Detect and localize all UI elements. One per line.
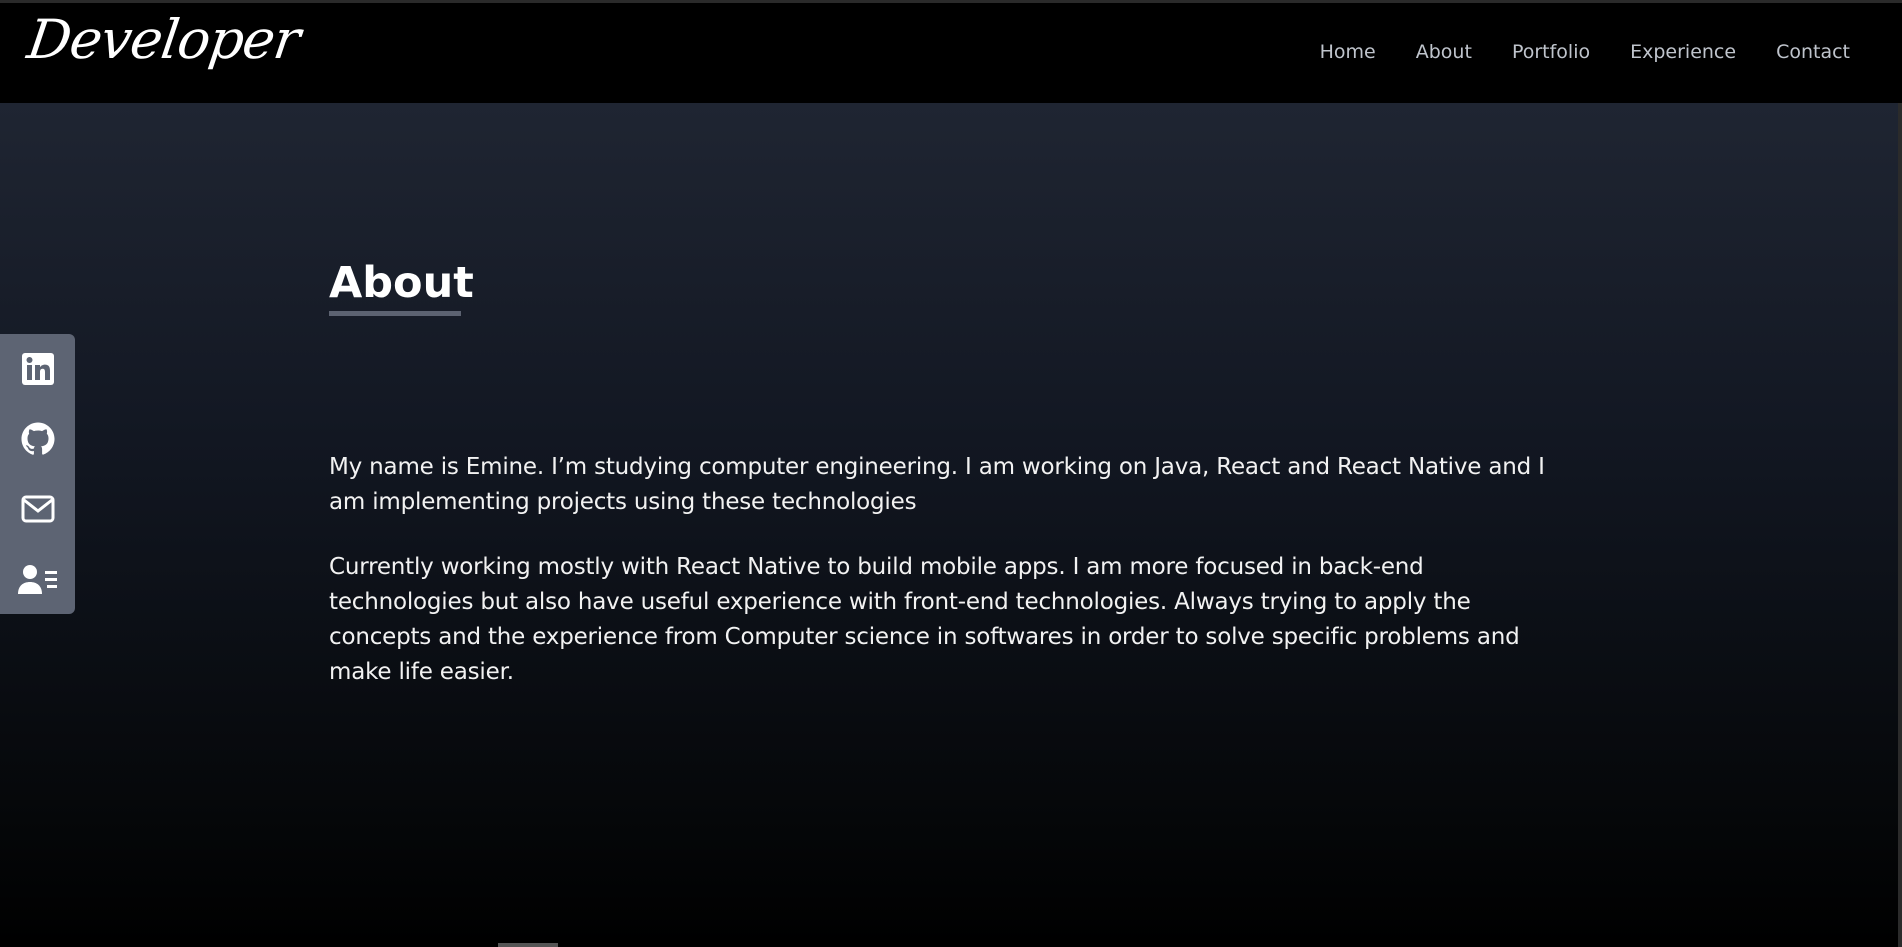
nav-home-link[interactable]: Home [1320, 41, 1376, 63]
nav-links: Home About Portfolio Experience Contact [1280, 41, 1850, 63]
about-paragraph-2: Currently working mostly with React Nati… [329, 554, 1520, 685]
mail-icon [21, 495, 54, 523]
nav-about-link[interactable]: About [1416, 41, 1472, 63]
navbar: Developer Home About Portfolio Experienc… [0, 3, 1902, 103]
nav-portfolio-link[interactable]: Portfolio [1512, 41, 1590, 63]
linkedin-link[interactable] [0, 334, 75, 404]
section-title: About [329, 258, 474, 308]
nav-contact-link[interactable]: Contact [1776, 41, 1850, 63]
nav-experience-link[interactable]: Experience [1630, 41, 1736, 63]
github-link[interactable] [0, 404, 75, 474]
linkedin-icon [21, 353, 54, 385]
resume-link[interactable] [0, 544, 75, 614]
email-link[interactable] [0, 474, 75, 544]
social-sidebar [0, 334, 75, 614]
site-logo[interactable]: Developer [24, 8, 304, 71]
title-underline [329, 311, 461, 316]
resume-icon [17, 565, 57, 594]
github-icon [21, 422, 55, 455]
scrollbar[interactable] [1898, 103, 1902, 947]
bottom-indicator [498, 943, 558, 947]
about-section: About My name is Emine. I’m studying com… [0, 103, 1898, 945]
about-paragraph-1: My name is Emine. I’m studying computer … [329, 454, 1545, 515]
